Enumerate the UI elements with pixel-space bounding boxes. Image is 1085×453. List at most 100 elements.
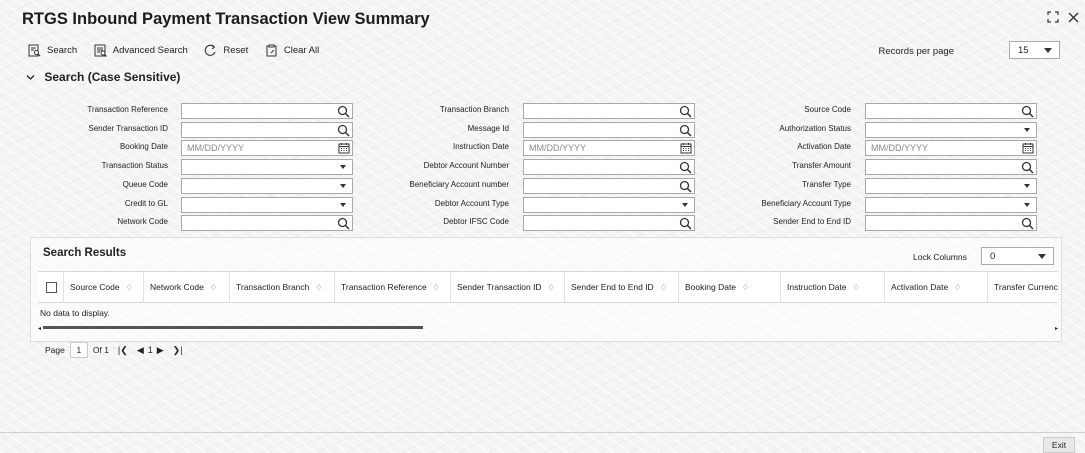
scroll-right-icon[interactable]: ▸	[1055, 325, 1058, 332]
footer-divider	[0, 432, 1085, 433]
authorization-status-select[interactable]	[865, 121, 1037, 138]
debtor-account-type-label: Debtor Account Type	[434, 198, 509, 208]
column-header-label: Network Code	[150, 282, 204, 292]
search-icon[interactable]	[679, 124, 692, 139]
activation-date-field[interactable]: MM/DD/YYYY	[865, 140, 1037, 157]
source-code-field[interactable]	[865, 103, 1037, 119]
sender-transaction-id-field[interactable]	[181, 121, 353, 139]
column-header-network-code[interactable]: Network Code ♢	[144, 272, 230, 302]
search-section-toggle[interactable]: Search (Case Sensitive)	[26, 70, 180, 84]
transfer-type-label: Transfer Type	[802, 179, 851, 189]
advanced-search-button[interactable]: Advanced Search	[94, 44, 188, 57]
calendar-icon[interactable]	[1022, 142, 1034, 156]
column-header-label: Transaction Branch	[236, 282, 310, 292]
transfer-type-select[interactable]	[865, 177, 1037, 194]
search-icon[interactable]	[679, 180, 692, 195]
column-header-transaction-branch[interactable]: Transaction Branch ♢	[230, 272, 335, 302]
calendar-icon[interactable]	[338, 142, 350, 156]
transaction-branch-field[interactable]	[523, 103, 695, 119]
credit-to-gl-select[interactable]	[181, 196, 353, 213]
beneficiary-account-type-select[interactable]	[865, 196, 1037, 213]
reset-button[interactable]: Reset	[204, 44, 248, 57]
chevron-down-icon	[26, 73, 35, 84]
sort-icon[interactable]: ♢	[126, 283, 133, 292]
transaction-reference-field[interactable]	[181, 103, 353, 119]
search-icon[interactable]	[1021, 105, 1034, 120]
instruction-date-field[interactable]: MM/DD/YYYY	[523, 140, 695, 157]
search-icon[interactable]	[1021, 217, 1034, 232]
column-header-sender-transaction-id[interactable]: Sender Transaction ID ♢	[451, 272, 565, 302]
search-icon[interactable]	[337, 105, 350, 120]
search-icon[interactable]	[1021, 161, 1034, 176]
last-page-icon[interactable]: ❯|	[173, 345, 183, 356]
search-section-title: Search (Case Sensitive)	[44, 70, 181, 84]
beneficiary-account-number-field[interactable]	[523, 177, 695, 195]
chevron-down-icon	[1024, 127, 1030, 132]
search-icon[interactable]	[337, 217, 350, 232]
column-header-sender-end-to-end-id[interactable]: Sender End to End ID ♢	[565, 272, 679, 302]
sort-icon[interactable]: ♢	[315, 283, 322, 292]
select-all-cell	[38, 272, 64, 302]
calendar-icon[interactable]	[680, 142, 692, 156]
select-all-checkbox[interactable]	[46, 281, 57, 293]
exit-button[interactable]: Exit	[1043, 437, 1075, 453]
debtor-account-number-field[interactable]	[523, 159, 695, 176]
authorization-status-label: Authorization Status	[779, 123, 851, 133]
column-header-instruction-date[interactable]: Instruction Date ♢	[781, 272, 885, 302]
search-icon[interactable]	[679, 161, 692, 176]
page-label: Page	[45, 345, 65, 355]
sort-icon[interactable]: ♢	[742, 283, 749, 292]
column-header-booking-date[interactable]: Booking Date ♢	[679, 272, 781, 302]
maximize-icon[interactable]	[1047, 10, 1063, 26]
prev-page-icon[interactable]: ◀	[137, 345, 144, 356]
queue-code-select[interactable]	[181, 177, 353, 194]
debtor-ifsc-code-field[interactable]	[523, 215, 695, 232]
column-header-source-code[interactable]: Source Code ♢	[64, 272, 144, 302]
sort-icon[interactable]: ♢	[433, 283, 440, 292]
transaction-branch-label: Transaction Branch	[439, 105, 509, 114]
chevron-down-icon	[340, 183, 346, 188]
scroll-left-icon[interactable]: ◂	[38, 325, 41, 332]
column-header-label: Activation Date	[891, 282, 949, 292]
scrollbar-thumb[interactable]	[43, 326, 423, 329]
next-page-icon[interactable]: ▶	[157, 345, 164, 356]
beneficiary-account-number-label: Beneficiary Account number	[409, 179, 509, 189]
message-id-field[interactable]	[523, 121, 695, 139]
clear-all-button[interactable]: Clear All	[265, 44, 319, 57]
column-header-label: Transfer Currency	[994, 282, 1058, 292]
transaction-status-select[interactable]	[181, 159, 353, 176]
search-icon[interactable]	[679, 105, 692, 120]
search-icon[interactable]	[679, 217, 692, 232]
column-header-label: Sender Transaction ID	[457, 282, 542, 292]
search-icon[interactable]	[337, 124, 350, 139]
first-page-icon[interactable]: |❮	[118, 345, 128, 356]
sender-end-to-end-id-label: Sender End to End ID	[773, 217, 851, 227]
column-header-label: Sender End to End ID	[571, 282, 654, 292]
chevron-down-icon	[1044, 48, 1052, 53]
transfer-amount-field[interactable]	[865, 159, 1037, 176]
page-input[interactable]: 1	[69, 342, 88, 358]
sort-icon[interactable]: ♢	[548, 283, 555, 292]
records-per-page-select[interactable]: 15	[1009, 41, 1060, 59]
sort-icon[interactable]: ♢	[853, 283, 860, 292]
column-header-transfer-currency[interactable]: Transfer Currency	[988, 272, 1058, 302]
debtor-account-type-select[interactable]	[523, 196, 695, 213]
sort-icon[interactable]: ♢	[210, 283, 217, 292]
chevron-down-icon	[1038, 254, 1046, 259]
sort-icon[interactable]: ♢	[660, 283, 667, 292]
search-button[interactable]: Search	[28, 44, 77, 57]
column-header-transaction-reference[interactable]: Transaction Reference ♢	[335, 272, 451, 302]
close-icon[interactable]	[1068, 10, 1079, 26]
booking-date-field[interactable]: MM/DD/YYYY	[181, 140, 353, 157]
horizontal-scrollbar[interactable]: ◂ ▸	[38, 325, 1058, 332]
transaction-status-label: Transaction Status	[101, 161, 168, 171]
sort-icon[interactable]: ♢	[954, 283, 961, 292]
lock-columns-select[interactable]: 0	[981, 247, 1054, 265]
column-header-label: Source Code	[70, 282, 120, 292]
sender-end-to-end-id-field[interactable]	[865, 215, 1037, 232]
network-code-field[interactable]	[181, 215, 353, 232]
chevron-down-icon	[1024, 183, 1030, 188]
debtor-account-number-label: Debtor Account Number	[423, 161, 509, 171]
column-header-activation-date[interactable]: Activation Date ♢	[885, 272, 988, 302]
network-code-label: Network Code	[117, 217, 168, 227]
